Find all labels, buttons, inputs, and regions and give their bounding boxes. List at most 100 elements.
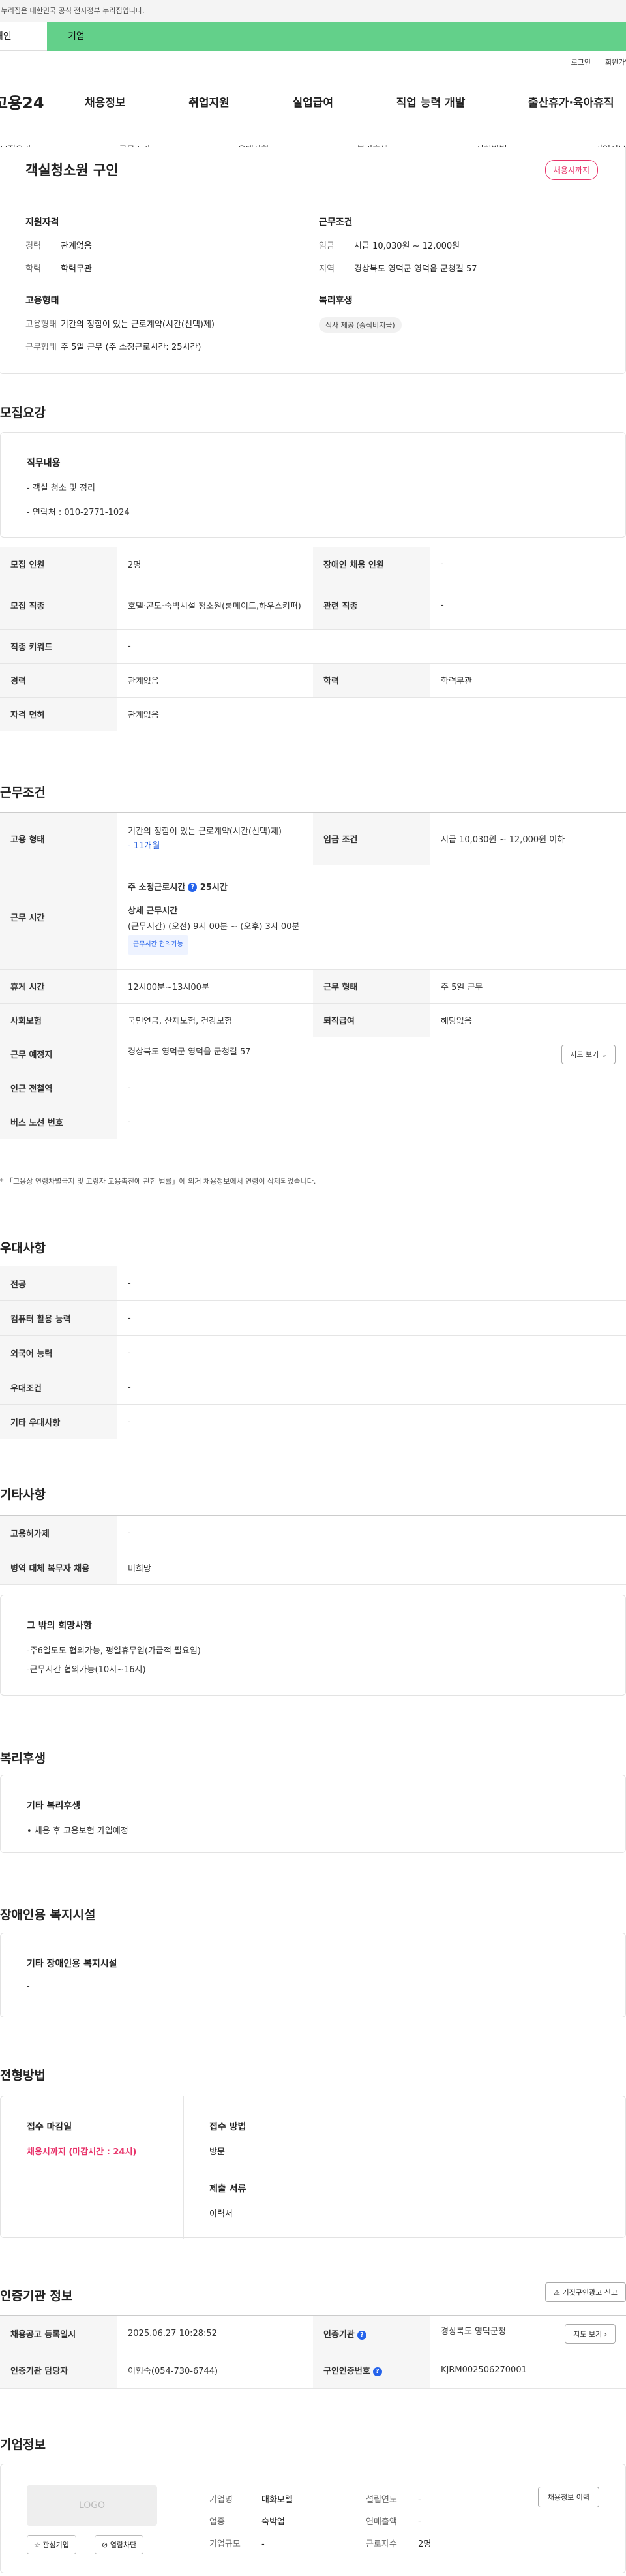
th: 인증기관? (313, 2315, 430, 2352)
table-row: 버스 노선 번호 - (0, 1105, 626, 1139)
job-title: 객실청소원 구인 (25, 162, 119, 178)
disabled-facility-value: - (27, 1982, 30, 1991)
label: 지역 (319, 264, 335, 274)
detail-hours-heading: 상세 근무시간 (128, 906, 178, 916)
label: 연매출액 (366, 2517, 397, 2527)
report-ad-button[interactable]: ⚠ 거짓구인광고 신고 (545, 2282, 626, 2302)
global-nav: 고용24 채용정보 취업지원 실업급여 직업 능력 개발 출산휴가·육아휴직 (0, 73, 626, 130)
th: 인근 전철역 (0, 1071, 117, 1105)
th: 채용공고 등록일시 (0, 2315, 117, 2352)
tab-company[interactable]: 기업 (47, 22, 626, 51)
disabled-facility-card: 기타 장애인용 복지시설 - (0, 1933, 626, 2017)
th: 인증기관 담당자 (0, 2352, 117, 2389)
cert-number-label: 구인인증번호 (323, 2367, 370, 2376)
map-button[interactable]: 지도 보기 ⌄ (561, 1044, 616, 1064)
label: 근무형태 (25, 343, 57, 352)
chevron-down-icon: ⌄ (601, 1050, 607, 1059)
block-icon: ⊘ (102, 2541, 108, 2549)
gov-banner-text: 이 누리집은 대한민국 공식 전자정부 누리집입니다. (0, 7, 145, 15)
table-row: 채용공고 등록일시 2025.06.27 10:28:52 인증기관? 경상북도 … (0, 2315, 626, 2352)
cert-org-value: 경상북도 영덕군청 (441, 2326, 506, 2337)
th: 모집 직종 (0, 581, 117, 630)
cert-org-cell: 경상북도 영덕군청 지도 보기 › (430, 2315, 626, 2352)
tab-individual[interactable]: 개인 (0, 22, 47, 51)
login-link[interactable]: 로그인 (571, 57, 591, 67)
work-place-cell: 경상북도 영덕군 영덕읍 군청길 57 지도 보기 ⌄ (117, 1037, 626, 1071)
method-heading: 접수 방법 (209, 2122, 246, 2132)
gnb-parental-leave[interactable]: 출산휴가·육아휴직 (528, 93, 626, 110)
audience-tabs: 개인 기업 (0, 22, 626, 51)
duty-heading: 직무내용 (27, 458, 61, 468)
table-row: 모집 직종 호텔·콘도·숙박시설 청소원(룸메이드,하우스키퍼) 관련 직종 - (0, 581, 626, 630)
th: 장애인 채용 인원 (313, 547, 430, 581)
company-section-title: 기업정보 (0, 2438, 46, 2452)
help-icon[interactable]: ? (372, 2367, 382, 2376)
cert-map-button[interactable]: 지도 보기 › (565, 2323, 616, 2344)
th: 직종 키워드 (0, 629, 117, 664)
recruit-table: 모집 인원 2명 장애인 채용 인원 - 모집 직종 호텔·콘도·숙박시설 청소원(룸… (0, 547, 626, 731)
welfare-card: 기타 복리후생 • 채용 후 고용보험 가입예정 (0, 1775, 626, 1853)
wage-value: 시급 10,030원 ~ 12,000원 (354, 241, 460, 251)
docs-value: 이력서 (209, 2209, 233, 2219)
table-row: 휴게 시간 12시00분~13시00분 근무 형태 주 5일 근무 (0, 969, 626, 1004)
table-row: 고용허가제 - (0, 1515, 626, 1550)
conditions-section-title: 근무조건 (0, 786, 46, 800)
block-view-button[interactable]: ⊘ 열람차단 (95, 2535, 144, 2554)
report-ad-label: 거짓구인광고 신고 (562, 2288, 618, 2297)
duty-line: - 객실 청소 및 정리 (27, 483, 95, 493)
table-row: 직종 키워드 - (0, 629, 626, 664)
gnb-employment-support[interactable]: 취업지원 (188, 93, 230, 110)
negotiable-tag: 근무시간 협의가능 (128, 934, 188, 955)
th: 버스 노선 번호 (0, 1105, 117, 1139)
th: 경력 (0, 663, 117, 698)
table-row: 고용 형태 기간의 정함이 있는 근로계약(시간(선택)제) - 11개월 임금 … (0, 812, 626, 865)
method-block: 접수 방법 방문 제출 서류 이력서 (209, 2120, 246, 2219)
etc-table: 고용허가제 - 병역 대체 복무자 채용 비희망 (0, 1515, 626, 1585)
help-icon[interactable]: ? (188, 883, 198, 892)
signup-link[interactable]: 회원가입 (605, 57, 626, 67)
conditions-heading: 근무조건 (319, 217, 353, 228)
th: 컴퓨터 활용 능력 (0, 1300, 117, 1336)
employment-type-value: 기간의 정함이 있는 근로계약(시간(선택)제) (128, 826, 282, 836)
th: 외국어 능력 (0, 1335, 117, 1370)
th: 기타 우대사항 (0, 1404, 117, 1439)
related-job-value: - (430, 581, 626, 630)
method-value: 방문 (209, 2147, 225, 2157)
weekly-hours-label: 주 소정근로시간 (128, 882, 186, 893)
chevron-right-icon: › (604, 2329, 607, 2338)
gnb-unemployment-benefit[interactable]: 실업급여 (292, 93, 333, 110)
label: 학력 (25, 264, 41, 274)
cert-number-value: KJRM002506270001 (430, 2352, 626, 2389)
label: 고용형태 (25, 320, 57, 330)
gnb-jobs[interactable]: 채용정보 (85, 93, 126, 110)
qualification-heading: 지원자격 (25, 217, 59, 228)
qualification-block: 지원자격 경력 관계없음 학력 학력무관 (25, 215, 92, 284)
retirement-value: 해당없음 (430, 1003, 626, 1037)
welfare-value: • 채용 후 고용보험 가입예정 (27, 1826, 128, 1836)
deadline-block: 접수 마감일 채용시까지 (마감시간 : 24시) (27, 2120, 136, 2157)
wish-line: -근무시간 협의가능(10시~16시) (27, 1665, 146, 1675)
site-logo[interactable]: 고용24 (0, 90, 85, 113)
welfare-chip: 식사 제공 (중식비지급) (319, 317, 402, 333)
insurance-value: 국민연금, 산재보험, 건강보험 (117, 1003, 313, 1037)
company-info-left: 기업명 대화모텔 업종 숙박업 기업규모 - (209, 2489, 293, 2556)
favorite-company-button[interactable]: ☆ 관심기업 (27, 2535, 76, 2554)
break-value: 12시00분~13시00분 (117, 969, 313, 1004)
work-place-value: 경상북도 영덕군 영덕읍 군청길 57 (128, 1047, 251, 1057)
hiring-history-button[interactable]: 채용정보 이력 (537, 2487, 599, 2507)
conditions-block: 근무조건 임금 시급 10,030원 ~ 12,000원 지역 경상북도 영덕군 영… (319, 215, 477, 284)
apply-card: 접수 마감일 채용시까지 (마감시간 : 24시) 접수 방법 방문 제출 서류… (0, 2096, 626, 2239)
label: 경력 (25, 241, 41, 251)
table-row: 전공 - (0, 1266, 626, 1301)
th: 퇴직급여 (313, 1003, 430, 1037)
table-row: 기타 우대사항 - (0, 1404, 626, 1439)
th: 고용 형태 (0, 812, 117, 865)
industry-value: 숙박업 (261, 2517, 285, 2527)
gnb-vocational-training[interactable]: 직업 능력 개발 (396, 93, 466, 110)
table-row: 인근 전철역 - (0, 1071, 626, 1105)
table-row: 자격 면허 관계없음 (0, 697, 626, 731)
table-row: 사회보험 국민연금, 산재보험, 건강보험 퇴직급여 해당없음 (0, 1003, 626, 1037)
label: 기업규모 (209, 2539, 241, 2549)
help-icon[interactable]: ? (357, 2330, 366, 2340)
th: 관련 직종 (313, 581, 430, 630)
